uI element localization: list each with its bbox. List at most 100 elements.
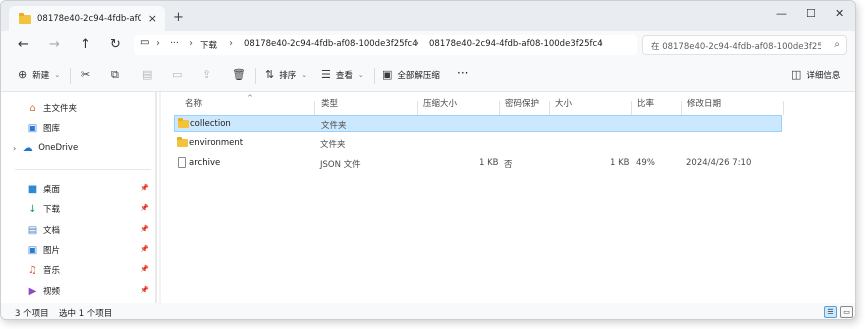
column-divider[interactable] [783, 101, 784, 115]
chevron-right-icon: › [229, 38, 233, 49]
column-divider[interactable] [681, 101, 682, 115]
column-divider[interactable] [631, 101, 632, 115]
chevron-right-icon[interactable]: › [13, 144, 16, 153]
file-password: 否 [504, 160, 513, 170]
column-divider[interactable] [499, 101, 500, 115]
monitor-icon: ▭ [140, 37, 150, 48]
music-icon: ♫ [28, 264, 37, 276]
sidebar-item-downloads[interactable]: ↓ 下载 📌 [1, 199, 151, 219]
search-icon: ⌕ [834, 39, 840, 50]
gallery-icon: ▣ [27, 122, 38, 134]
sidebar-item-label: 音乐 [43, 266, 61, 276]
sidebar-item-label: OneDrive [38, 143, 79, 153]
cloud-icon: ☁ [22, 142, 33, 154]
file-date: 2024/4/26 7:10 [686, 158, 752, 168]
folder-icon [177, 137, 188, 147]
tab-close-icon[interactable]: × [148, 12, 157, 25]
table-row[interactable]: collection 文件夹 [174, 115, 782, 132]
file-ratio: 49% [636, 158, 655, 168]
breadcrumb-overflow[interactable]: ⋯ [170, 38, 179, 48]
minimize-button[interactable]: — [776, 7, 787, 20]
pin-icon[interactable]: 📌 [140, 265, 149, 273]
search-placeholder: 在 08178e40-2c94-4fdb-af08-100de3f25fc4 中… [651, 42, 821, 52]
trash-icon: 🗑 [232, 68, 246, 81]
tiles-view-button[interactable]: ▭ [840, 306, 853, 318]
sort-button[interactable]: ⇅ 排序 ⌄ [265, 68, 307, 81]
tab-active[interactable]: 08178e40-2c94-4fdb-af08-100 × [9, 6, 165, 32]
file-type: JSON 文件 [320, 160, 361, 170]
breadcrumb-item-downloads[interactable]: 下载 [200, 39, 217, 51]
sidebar-item-music[interactable]: ♫ 音乐 📌 [1, 260, 151, 280]
sidebar-scrollbar[interactable] [155, 92, 157, 303]
sidebar-item-home[interactable]: ⌂ 主文件夹 [1, 98, 151, 118]
breadcrumb-item-subfolder[interactable]: 08178e40-2c94-4fdb-af08-100de3f25fc4 [429, 39, 603, 49]
share-button[interactable]: ⇪ [202, 68, 216, 81]
breadcrumb[interactable]: ▭ › ⋯ › 下载 › 08178e40-2c94-4fdb-af08-100… [134, 35, 637, 55]
refresh-button[interactable]: ↻ [110, 37, 121, 52]
column-header-date[interactable]: 修改日期 [687, 97, 721, 109]
file-name: collection [190, 119, 231, 129]
pin-icon[interactable]: 📌 [140, 286, 149, 294]
column-header-compressed-size[interactable]: 压缩大小 [423, 97, 457, 109]
table-row[interactable]: environment 文件夹 [174, 135, 782, 152]
column-header-name[interactable]: 名称 [185, 97, 202, 109]
file-icon [178, 157, 186, 168]
toolbar-divider [374, 68, 375, 84]
extract-all-button[interactable]: ▣ 全部解压缩 [382, 68, 440, 81]
details-view-button[interactable]: ☰ [824, 306, 837, 318]
chevron-right-icon: › [415, 38, 419, 49]
details-pane-button[interactable]: ◫ 详细信息 [791, 68, 840, 81]
sidebar-item-label: 文档 [43, 226, 61, 236]
column-divider[interactable] [314, 101, 315, 115]
column-divider[interactable] [417, 101, 418, 115]
sidebar-item-pictures[interactable]: ▣ 图片 📌 [1, 240, 151, 260]
search-input[interactable]: 在 08178e40-2c94-4fdb-af08-100de3f25fc4 中… [642, 35, 847, 55]
download-icon: ↓ [28, 203, 37, 215]
column-header-size[interactable]: 大小 [555, 97, 572, 109]
sidebar-item-desktop[interactable]: ■ 桌面 📌 [1, 179, 151, 199]
back-button[interactable]: ← [18, 37, 29, 52]
command-bar: ⊕ 新建 ⌄ ✂ ⧉ ▤ ▭ ⇪ 🗑 ⇅ 排序 ⌄ ☰ 查看 ⌄ ▣ 全部解压缩… [1, 59, 855, 92]
pin-icon[interactable]: 📌 [140, 245, 149, 253]
breadcrumb-item-folder[interactable]: 08178e40-2c94-4fdb-af08-100de3f25fc4 [244, 39, 418, 49]
sidebar-item-onedrive[interactable]: › ☁ OneDrive [1, 138, 151, 158]
details-label: 详细信息 [806, 70, 841, 81]
pin-icon[interactable]: 📌 [140, 204, 149, 212]
desktop-icon: ■ [27, 183, 38, 195]
file-compressed-size: 1 KB [479, 158, 499, 168]
address-row: ← → ↑ ↻ ▭ › ⋯ › 下载 › 08178e40-2c94-4fdb-… [1, 31, 855, 59]
sidebar-item-label: 视频 [43, 287, 61, 297]
up-button[interactable]: ↑ [80, 37, 91, 52]
pin-icon[interactable]: 📌 [140, 225, 149, 233]
sidebar-item-videos[interactable]: ▶ 视频 📌 [1, 281, 151, 301]
details-pane-icon: ◫ [791, 68, 802, 81]
sidebar-item-documents[interactable]: ▤ 文档 📌 [1, 220, 151, 240]
more-options-button[interactable]: ··· [457, 66, 468, 80]
plus-circle-icon: ⊕ [18, 68, 28, 81]
copy-button[interactable]: ⧉ [111, 68, 124, 82]
file-list: 名称 ^ 类型 压缩大小 密码保护 大小 比率 修改日期 collection … [161, 92, 855, 303]
view-button[interactable]: ☰ 查看 ⌄ [321, 68, 364, 81]
forward-button[interactable]: → [49, 37, 60, 52]
pin-icon[interactable]: 📌 [140, 184, 149, 192]
sidebar-divider [15, 169, 151, 170]
new-tab-button[interactable]: + [173, 10, 184, 25]
extract-icon: ▣ [382, 68, 393, 81]
file-type: 文件夹 [320, 140, 346, 150]
sidebar-item-gallery[interactable]: ▣ 图库 [1, 118, 151, 138]
sidebar-item-label: 桌面 [43, 185, 61, 195]
maximize-button[interactable]: ☐ [806, 7, 816, 20]
table-row[interactable]: archive JSON 文件 1 KB 否 1 KB 49% 2024/4/2… [174, 155, 782, 172]
column-header-password[interactable]: 密码保护 [505, 97, 539, 109]
document-icon: ▤ [27, 224, 38, 236]
column-header-type[interactable]: 类型 [321, 97, 338, 109]
file-name: environment [189, 138, 244, 148]
cut-button[interactable]: ✂ [81, 68, 95, 81]
column-divider[interactable] [549, 101, 550, 115]
rename-button[interactable]: ▭ [172, 68, 187, 81]
new-button[interactable]: ⊕ 新建 ⌄ [18, 68, 60, 81]
close-window-button[interactable]: ✕ [835, 7, 844, 20]
paste-button[interactable]: ▤ [142, 68, 157, 81]
delete-button[interactable]: 🗑 [232, 68, 251, 81]
column-header-ratio[interactable]: 比率 [637, 97, 654, 109]
